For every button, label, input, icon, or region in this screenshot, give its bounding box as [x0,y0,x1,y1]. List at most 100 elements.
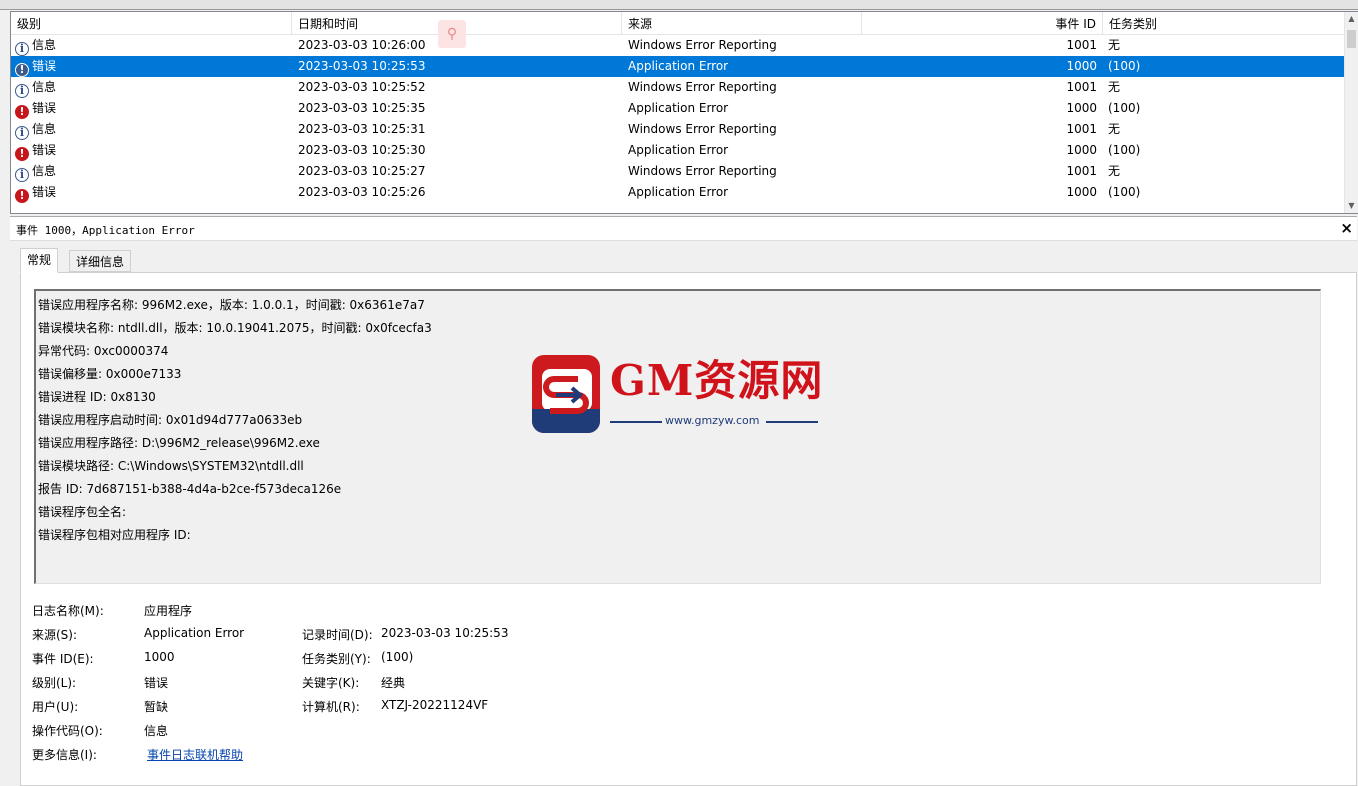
log-name-label: 日志名称(M): [32,604,104,618]
row-source: Application Error [628,101,729,115]
search-icon: ⚲ [438,20,466,48]
description-line: 错误模块名称: ntdll.dll，版本: 10.0.19041.2075，时间… [38,321,432,335]
table-row[interactable]: ! 错误 2023-03-03 10:25:53 Application Error 1… [11,56,1345,77]
row-task: 无 [1108,38,1121,52]
watermark: GM资源网 www.gmzyw.com [532,352,822,436]
row-source: Windows Error Reporting [628,164,777,178]
row-level: i 信息 [15,35,295,56]
column-header-source[interactable]: 来源 [622,12,862,34]
info-icon: i [15,42,29,56]
more-info-link[interactable]: 事件日志联机帮助 [147,746,243,763]
row-source: Application Error [628,59,729,73]
row-source: Windows Error Reporting [628,80,777,94]
table-row[interactable]: ! 错误 2023-03-03 10:25:35 Application Error 1… [11,98,1345,119]
info-icon: i [15,168,29,182]
tab-details[interactable]: 详细信息 [69,250,132,272]
logged-value: 2023-03-03 10:25:53 [381,626,509,640]
row-level: i 信息 [15,161,295,182]
table-row[interactable]: i 信息 2023-03-03 10:26:00 Windows Error Repo… [11,35,1345,56]
detail-title: 事件 1000，Application Error [16,224,195,237]
row-level-text: 错误 [32,101,57,115]
level-value: 错误 [144,676,169,690]
description-line: 异常代码: 0xc0000374 [38,344,169,358]
source-label: 来源(S): [32,628,78,642]
description-line: 错误应用程序名称: 996M2.exe，版本: 1.0.0.1，时间戳: 0x6… [38,298,425,312]
info-icon: i [15,126,29,140]
opcode-value: 信息 [144,724,169,738]
row-level: ! 错误 [15,182,295,203]
error-icon: ! [15,105,29,119]
computer-label: 计算机(R): [302,700,360,714]
event-description[interactable]: 错误应用程序名称: 996M2.exe，版本: 1.0.0.1，时间戳: 0x6… [34,289,1321,584]
description-line: 错误进程 ID: 0x8130 [38,390,156,404]
row-level: ! 错误 [15,98,295,119]
description-line: 错误应用程序路径: D:\996M2_release\996M2.exe [38,436,320,450]
row-level-text: 错误 [32,185,57,199]
close-icon[interactable]: × [1340,220,1353,236]
user-value: 暂缺 [144,700,169,714]
column-header-task[interactable]: 任务类别 [1103,12,1345,34]
event-list[interactable]: 级别 日期和时间 来源 事件 ID 任务类别 i 信息 2023-03-03 10:… [10,11,1358,214]
info-icon: i [15,84,29,98]
scroll-thumb[interactable] [1347,30,1356,48]
row-level-text: 信息 [32,80,57,94]
column-header-event-id[interactable]: 事件 ID [862,12,1103,34]
row-datetime: 2023-03-03 10:25:26 [298,185,426,199]
row-datetime: 2023-03-03 10:25:52 [298,80,426,94]
top-strip-text: · · · · · [14,0,45,6]
keywords-label: 关键字(K): [302,676,360,690]
row-level: ! 错误 [15,56,295,77]
row-task: (100) [1108,101,1141,115]
row-task: 无 [1108,164,1121,178]
row-task: (100) [1108,185,1141,199]
row-event-id: 1000 [1066,185,1097,199]
row-event-id: 1000 [1066,59,1097,73]
detail-title-bar: 事件 1000，Application Error × [10,216,1357,241]
row-level-text: 错误 [32,59,57,73]
watermark-url: www.gmzyw.com [665,414,760,427]
row-level-text: 信息 [32,122,57,136]
list-scrollbar[interactable]: ▲ ▼ [1344,12,1358,213]
level-label: 级别(L): [32,676,77,690]
row-level-text: 信息 [32,164,57,178]
row-task: 无 [1108,80,1121,94]
table-row[interactable]: ! 错误 2023-03-03 10:25:30 Application Error 1… [11,140,1345,161]
opcode-label: 操作代码(O): [32,724,103,738]
log-name-value: 应用程序 [144,604,193,618]
error-icon: ! [15,63,29,77]
table-row[interactable]: i 信息 2023-03-03 10:25:27 Windows Error Repo… [11,161,1345,182]
source-value: Application Error [144,626,245,640]
scroll-up-icon[interactable]: ▲ [1345,12,1358,26]
row-source: Windows Error Reporting [628,122,777,136]
tab-general[interactable]: 常规 [20,248,59,273]
scroll-down-icon[interactable]: ▼ [1345,199,1358,213]
user-label: 用户(U): [32,700,79,714]
error-icon: ! [15,147,29,161]
logged-label: 记录时间(D): [302,628,373,642]
error-icon: ! [15,189,29,203]
description-line: 错误应用程序启动时间: 0x01d94d777a0633eb [38,413,303,427]
row-source: Application Error [628,185,729,199]
window-top-strip: · · · · · [0,0,1358,10]
row-level-text: 信息 [32,38,57,52]
watermark-logo-icon [532,355,600,433]
row-event-id: 1001 [1066,122,1097,136]
column-header-level[interactable]: 级别 [11,12,292,34]
row-datetime: 2023-03-03 10:25:31 [298,122,426,136]
row-event-id: 1001 [1066,38,1097,52]
row-task: (100) [1108,59,1141,73]
keywords-value: 经典 [381,676,406,690]
row-level: i 信息 [15,119,295,140]
table-row[interactable]: ! 错误 2023-03-03 10:25:26 Application Error 1… [11,182,1345,203]
list-header: 级别 日期和时间 来源 事件 ID 任务类别 [11,12,1345,35]
task-label: 任务类别(Y): [302,652,371,666]
table-row[interactable]: i 信息 2023-03-03 10:25:52 Windows Error Repo… [11,77,1345,98]
row-event-id: 1000 [1066,101,1097,115]
event-id-label: 事件 ID(E): [32,652,94,666]
row-datetime: 2023-03-03 10:25:30 [298,143,426,157]
event-id-value: 1000 [144,650,175,664]
description-line: 错误程序包相对应用程序 ID: [38,528,191,542]
row-task: (100) [1108,143,1141,157]
row-datetime: 2023-03-03 10:25:27 [298,164,426,178]
table-row[interactable]: i 信息 2023-03-03 10:25:31 Windows Error Repo… [11,119,1345,140]
